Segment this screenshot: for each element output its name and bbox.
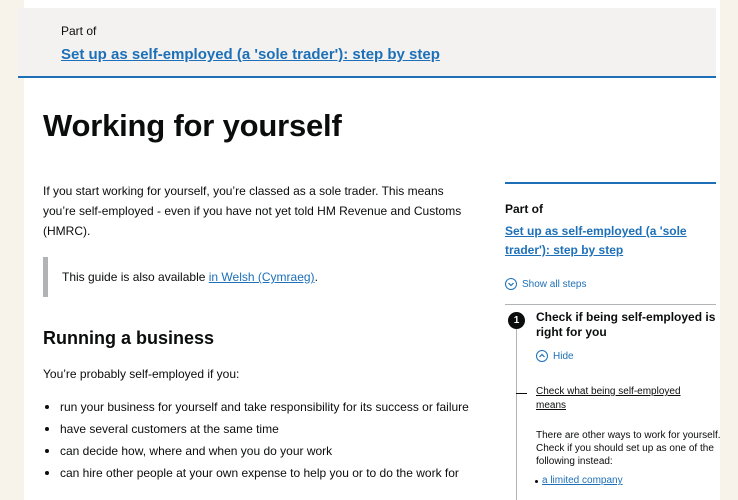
step-by-step-sidebar: Part of Set up as self-employed (a 'sole… [505, 182, 721, 500]
inset-suffix: . [314, 270, 318, 284]
step-item-tick [516, 393, 527, 394]
page-title: Working for yourself [43, 108, 342, 143]
step-title[interactable]: Check if being self-employed is right fo… [536, 310, 716, 340]
part-of-banner: Part of Set up as self-employed (a 'sole… [18, 8, 716, 78]
chevron-down-icon [505, 278, 517, 290]
step-connector-line [516, 320, 517, 500]
criteria-list: run your business for yourself and take … [43, 398, 493, 486]
part-of-label: Part of [61, 24, 97, 38]
inset-prefix: This guide is also available [62, 270, 209, 284]
section-heading: Running a business [43, 328, 215, 348]
show-all-steps-label: Show all steps [522, 278, 587, 290]
list-item: have several customers at the same time [43, 420, 493, 438]
chevron-up-icon [536, 350, 548, 362]
step-number-badge: 1 [508, 312, 525, 329]
list-item: can decide how, where and when you do yo… [43, 442, 493, 460]
step-description: There are other ways to work for yoursel… [536, 430, 721, 467]
welsh-guide-link[interactable]: in Welsh (Cymraeg) [209, 270, 315, 284]
hide-step-button[interactable]: Hide [536, 350, 574, 362]
intro-paragraph: If you start working for yourself, you’r… [43, 184, 462, 238]
sidebar-part-of-label: Part of [505, 202, 544, 216]
inset-paragraph: This guide is also available in Welsh (C… [62, 270, 318, 284]
step-by-step-link[interactable]: Set up as self-employed (a 'sole trader'… [61, 46, 440, 63]
lead-text: You’re probably self-employed if you: [43, 367, 240, 381]
check-self-employed-link[interactable]: Check what being self-employed means [536, 385, 711, 413]
hide-label: Hide [553, 350, 574, 362]
limited-company-link[interactable]: a limited company [535, 475, 623, 486]
list-item: can hire other people at your own expens… [43, 464, 493, 482]
sidebar-divider [505, 304, 716, 305]
inset-text: This guide is also available in Welsh (C… [43, 257, 468, 297]
sidebar-top-rule [505, 182, 716, 184]
list-item: run your business for yourself and take … [43, 398, 493, 416]
show-all-steps-button[interactable]: Show all steps [505, 278, 586, 290]
sidebar-step-by-step-link[interactable]: Set up as self-employed (a 'sole trader'… [505, 222, 705, 260]
